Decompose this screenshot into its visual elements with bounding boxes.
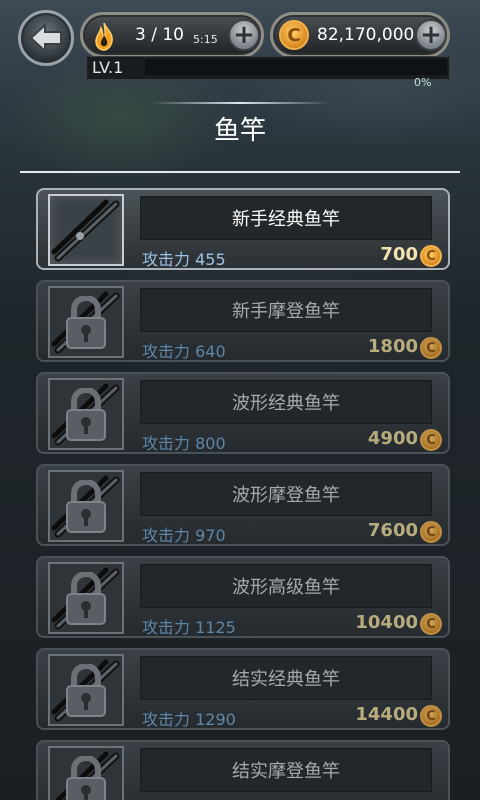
rod-price: 700 bbox=[380, 244, 418, 265]
rod-thumbnail bbox=[48, 194, 124, 266]
coin-icon: C bbox=[420, 705, 442, 727]
coin-icon: C bbox=[420, 521, 442, 543]
rod-price: 14400 bbox=[355, 704, 418, 725]
back-button[interactable] bbox=[18, 10, 74, 66]
level-label: LV.1 bbox=[92, 58, 124, 77]
padlock-icon bbox=[66, 756, 106, 800]
rod-price: 7600 bbox=[367, 520, 418, 541]
rod-list-item-2[interactable]: 新手摩登鱼竿 攻击力 640 1800 C bbox=[36, 280, 450, 362]
rod-attack: 攻击力 1290 bbox=[142, 710, 236, 729]
padlock-icon bbox=[66, 480, 106, 533]
title-glow bbox=[150, 102, 330, 104]
rod-price: 10400 bbox=[355, 612, 418, 633]
back-arrow-icon bbox=[29, 23, 62, 53]
plus-icon: + bbox=[233, 20, 255, 50]
rod-attack: 攻击力 970 bbox=[142, 526, 226, 545]
rod-name: 波形高级鱼竿 bbox=[140, 564, 432, 608]
energy-panel: 3 / 10 5:15 + bbox=[80, 12, 264, 58]
rod-name: 新手摩登鱼竿 bbox=[140, 288, 432, 332]
xp-progress-bar bbox=[145, 59, 447, 75]
rod-name: 新手经典鱼竿 bbox=[140, 196, 432, 240]
rod-list-item-5[interactable]: 波形高级鱼竿 攻击力 1125 10400 C bbox=[36, 556, 450, 638]
padlock-icon bbox=[66, 388, 106, 441]
rod-name: 波形摩登鱼竿 bbox=[140, 472, 432, 516]
fishing-rod-icon bbox=[51, 199, 120, 262]
page-title: 鱼竿 bbox=[213, 116, 266, 146]
coins-panel: C 82,170,000 + bbox=[270, 12, 450, 58]
padlock-icon bbox=[66, 664, 106, 717]
rod-name: 波形经典鱼竿 bbox=[140, 380, 432, 424]
padlock-icon bbox=[66, 572, 106, 625]
rod-thumbnail bbox=[48, 654, 124, 726]
rod-list-item-1[interactable]: 新手经典鱼竿 攻击力 455 700 C bbox=[36, 188, 450, 270]
coin-balance: 82,170,000 bbox=[317, 25, 415, 45]
rod-thumbnail bbox=[48, 470, 124, 542]
coin-icon: C bbox=[420, 245, 442, 267]
add-coins-button[interactable]: + bbox=[415, 19, 447, 51]
rod-thumbnail bbox=[48, 286, 124, 358]
rod-list-item-4[interactable]: 波形摩登鱼竿 攻击力 970 7600 C bbox=[36, 464, 450, 546]
coin-icon: C bbox=[279, 20, 309, 50]
flame-icon bbox=[95, 22, 113, 51]
rod-attack: 攻击力 1125 bbox=[142, 618, 236, 637]
plus-icon: + bbox=[420, 20, 442, 50]
rod-thumbnail bbox=[48, 562, 124, 634]
energy-count: 3 / 10 bbox=[135, 25, 184, 45]
xp-percent: 0% bbox=[414, 76, 432, 89]
rod-price: 1800 bbox=[367, 336, 418, 357]
title-divider bbox=[20, 171, 460, 173]
rod-attack: 攻击力 640 bbox=[142, 342, 226, 361]
coin-icon: C bbox=[420, 429, 442, 451]
rod-list-item-7[interactable]: 结实摩登鱼竿 bbox=[36, 740, 450, 800]
add-energy-button[interactable]: + bbox=[228, 19, 260, 51]
energy-timer: 5:15 bbox=[193, 33, 218, 46]
rod-attack: 攻击力 455 bbox=[142, 250, 226, 269]
coin-icon: C bbox=[420, 613, 442, 635]
rod-list-item-6[interactable]: 结实经典鱼竿 攻击力 1290 14400 C bbox=[36, 648, 450, 730]
coin-icon: C bbox=[420, 337, 442, 359]
padlock-icon bbox=[66, 296, 106, 349]
rod-list-item-3[interactable]: 波形经典鱼竿 攻击力 800 4900 C bbox=[36, 372, 450, 454]
rod-name: 结实摩登鱼竿 bbox=[140, 748, 432, 792]
rod-name: 结实经典鱼竿 bbox=[140, 656, 432, 700]
rod-thumbnail bbox=[48, 746, 124, 800]
rod-attack: 攻击力 800 bbox=[142, 434, 226, 453]
rod-thumbnail bbox=[48, 378, 124, 450]
rod-price: 4900 bbox=[367, 428, 418, 449]
